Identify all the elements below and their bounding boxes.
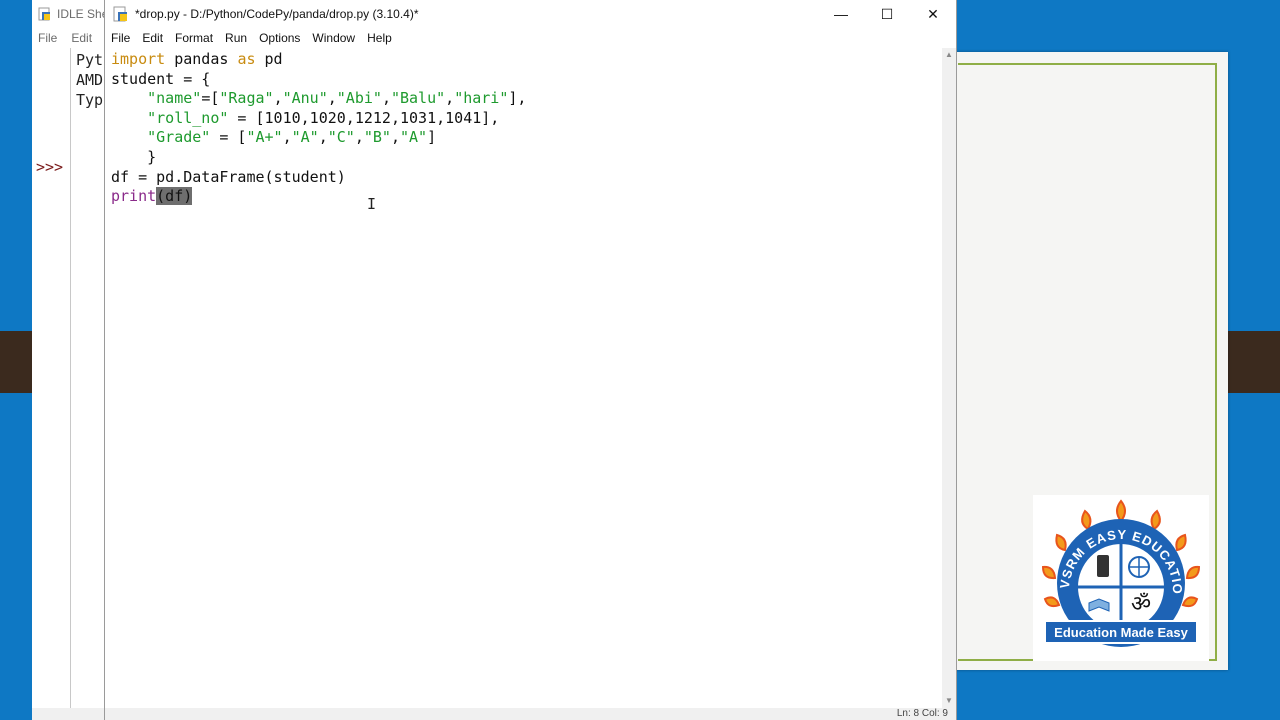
om-symbol: ॐ bbox=[1131, 592, 1151, 617]
scroll-down-icon[interactable]: ▼ bbox=[942, 694, 956, 708]
code-text: = [1010,1020,1212,1031,1041], bbox=[228, 108, 500, 127]
menu-run[interactable]: Run bbox=[225, 31, 253, 45]
vertical-scrollbar[interactable]: ▲ ▼ bbox=[942, 48, 956, 708]
code-line: "Grade" = ["A+","A","C","B","A"] bbox=[111, 128, 942, 148]
string-literal: "Abi" bbox=[336, 89, 382, 108]
code-line: } bbox=[111, 147, 157, 166]
editor-statusbar: Ln: 8 Col: 9 bbox=[105, 708, 956, 720]
editor-menubar: File Edit Format Run Options Window Help bbox=[105, 28, 956, 48]
maximize-button[interactable]: ☐ bbox=[864, 0, 910, 28]
code-text: , bbox=[354, 128, 364, 147]
menu-edit[interactable]: Edit bbox=[142, 31, 169, 45]
code-text: , bbox=[318, 128, 328, 147]
code-line: import pandas as pd bbox=[111, 50, 942, 70]
code-line: student = { bbox=[111, 69, 211, 88]
keyword-as: as bbox=[237, 50, 256, 68]
close-button[interactable]: ✕ bbox=[910, 0, 956, 28]
menu-options[interactable]: Options bbox=[259, 31, 306, 45]
matched-parens-highlight: (df) bbox=[156, 187, 193, 206]
code-text: , bbox=[327, 89, 337, 108]
builtin-print: print bbox=[111, 187, 157, 206]
logo-banner-text: Education Made Easy bbox=[1054, 625, 1188, 640]
string-literal: "Anu" bbox=[282, 89, 328, 108]
code-text: =[ bbox=[201, 89, 220, 108]
code-line: "name"=["Raga","Anu","Abi","Balu","hari"… bbox=[111, 89, 942, 109]
vsrm-logo: ॐ VSRM EASY EDUCATION Education Made Eas… bbox=[1028, 483, 1209, 661]
code-line: "roll_no" = [1010,1020,1212,1031,1041], bbox=[111, 109, 942, 129]
minimize-button[interactable]: — bbox=[818, 0, 864, 28]
code-line: df = pd.DataFrame(student) bbox=[111, 167, 346, 186]
string-literal: "hari" bbox=[454, 89, 509, 108]
string-literal: "B" bbox=[363, 128, 391, 147]
shell-prompt-gutter: >>> bbox=[32, 48, 71, 708]
string-literal: "Balu" bbox=[390, 89, 446, 108]
code-text: , bbox=[445, 89, 455, 108]
whiteboard: ॐ VSRM EASY EDUCATION Education Made Eas… bbox=[950, 52, 1228, 670]
scroll-up-icon[interactable]: ▲ bbox=[942, 48, 956, 62]
menu-format[interactable]: Format bbox=[175, 31, 219, 45]
menu-file[interactable]: File bbox=[111, 31, 136, 45]
string-literal: "roll_no" bbox=[147, 108, 229, 127]
menu-help[interactable]: Help bbox=[367, 31, 398, 45]
string-literal: "Grade" bbox=[147, 128, 211, 147]
python-file-icon bbox=[113, 6, 127, 22]
vsrm-logo-graphic: ॐ VSRM EASY EDUCATION Education Made Eas… bbox=[1028, 483, 1201, 647]
code-text: , bbox=[381, 89, 391, 108]
string-literal: "Raga" bbox=[219, 89, 274, 108]
shell-menu-edit[interactable]: Edit bbox=[71, 31, 92, 45]
code-editor[interactable]: import pandas as pd student = { "name"=[… bbox=[111, 50, 942, 706]
code-text: = [ bbox=[210, 128, 247, 147]
shell-prompt: >>> bbox=[36, 158, 64, 176]
string-literal: "C" bbox=[327, 128, 355, 147]
code-text: , bbox=[273, 89, 283, 108]
shell-line: Pyt bbox=[76, 51, 104, 69]
code-text: , bbox=[390, 128, 400, 147]
python-file-icon bbox=[38, 7, 50, 21]
code-text: ], bbox=[508, 89, 527, 108]
editor-title: *drop.py - D:/Python/CodePy/panda/drop.p… bbox=[135, 7, 419, 21]
code-text: , bbox=[282, 128, 292, 147]
string-literal: "A+" bbox=[246, 128, 283, 147]
code-text: pd bbox=[255, 50, 283, 68]
string-literal: "A" bbox=[291, 128, 319, 147]
editor-window[interactable]: *drop.py - D:/Python/CodePy/panda/drop.p… bbox=[104, 0, 957, 720]
text-cursor-icon: I bbox=[367, 195, 377, 213]
string-literal: "name" bbox=[147, 89, 202, 108]
code-text: pandas bbox=[165, 50, 238, 68]
shell-menu-file[interactable]: File bbox=[38, 31, 57, 45]
shell-output[interactable]: Pyt AMD Typ bbox=[76, 50, 103, 110]
shell-line: Typ bbox=[76, 91, 104, 109]
shell-line: AMD bbox=[76, 71, 104, 89]
keyword-import: import bbox=[111, 50, 166, 68]
code-line: print(df) bbox=[111, 187, 942, 207]
editor-titlebar[interactable]: *drop.py - D:/Python/CodePy/panda/drop.p… bbox=[105, 0, 956, 28]
code-text: ] bbox=[427, 128, 437, 147]
menu-window[interactable]: Window bbox=[312, 31, 361, 45]
string-literal: "A" bbox=[400, 128, 428, 147]
